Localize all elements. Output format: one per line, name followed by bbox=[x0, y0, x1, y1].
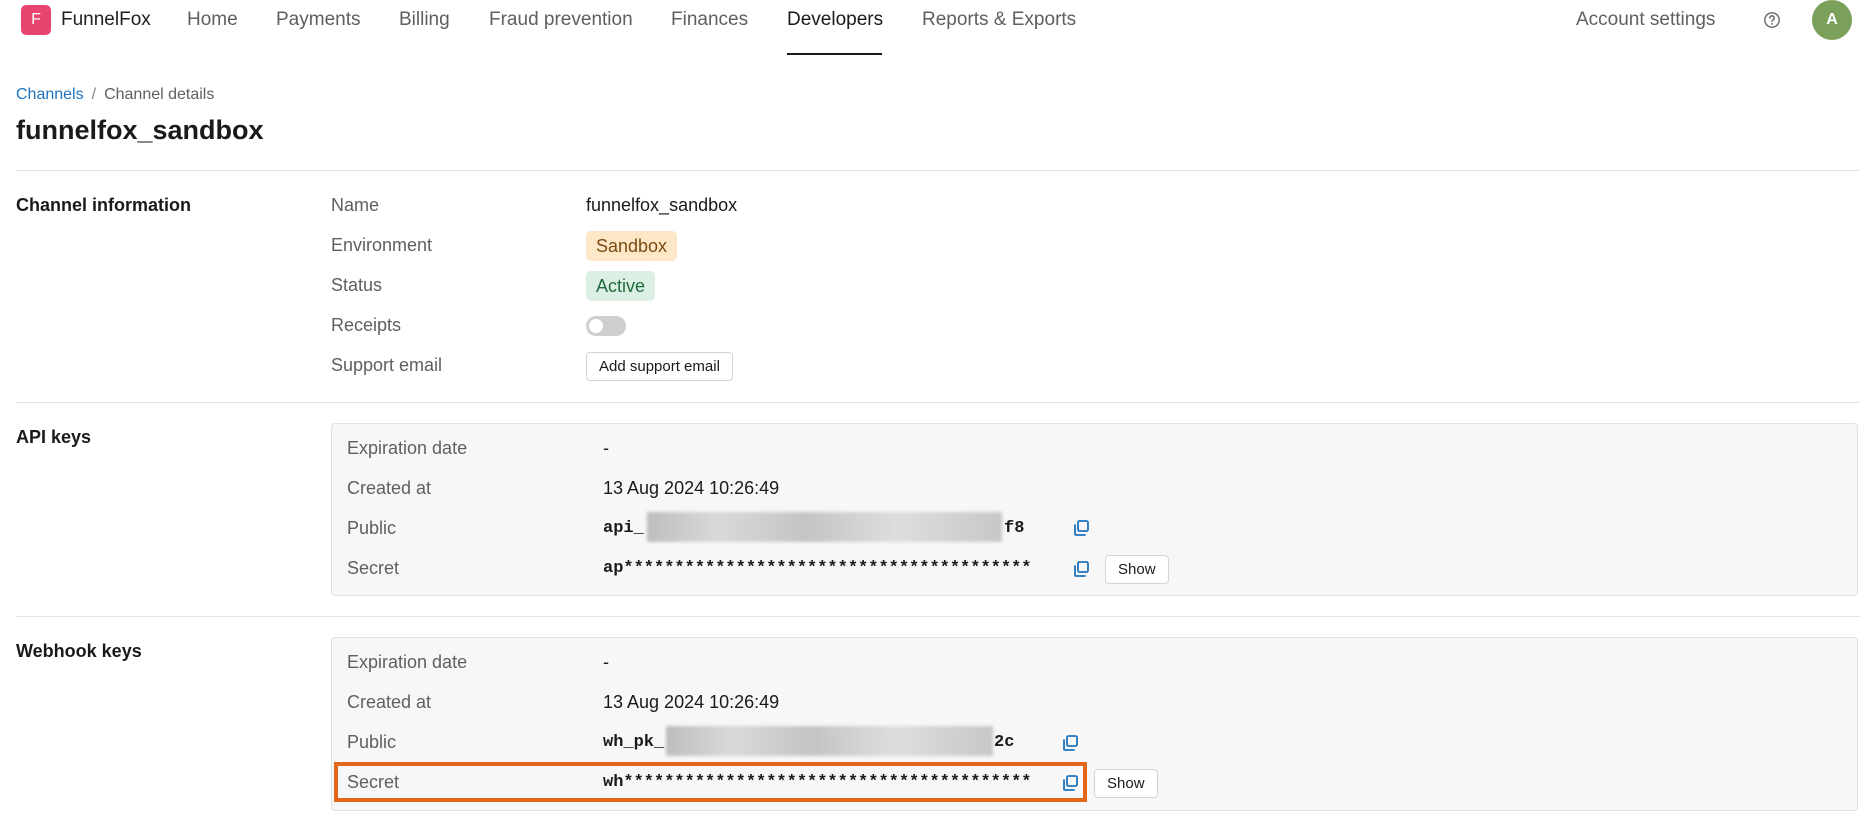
api-public-key-suffix: f8 bbox=[1004, 519, 1025, 538]
account-settings-link[interactable]: Account settings bbox=[1576, 9, 1715, 31]
nav-home[interactable]: Home bbox=[187, 9, 238, 31]
channel-information-heading: Channel information bbox=[16, 195, 191, 215]
api-keys-panel: Expiration date - Created at 13 Aug 2024… bbox=[331, 423, 1858, 596]
receipts-toggle[interactable] bbox=[586, 316, 626, 336]
user-avatar[interactable]: A bbox=[1812, 0, 1852, 40]
api-created-value: 13 Aug 2024 10:26:49 bbox=[603, 478, 780, 498]
webhook-created-label: Created at bbox=[347, 692, 432, 712]
add-support-email-button[interactable]: Add support email bbox=[586, 352, 733, 381]
api-secret-label: Secret bbox=[347, 558, 400, 578]
nav-reports-exports[interactable]: Reports & Exports bbox=[922, 9, 1076, 31]
nav-billing[interactable]: Billing bbox=[399, 9, 450, 31]
nav-fraud-prevention[interactable]: Fraud prevention bbox=[489, 9, 633, 31]
status-badge: Active bbox=[586, 271, 656, 301]
nav-finances[interactable]: Finances bbox=[671, 9, 748, 31]
environment-badge: Sandbox bbox=[586, 231, 678, 261]
breadcrumb-separator: / bbox=[91, 86, 97, 103]
api-public-label: Public bbox=[347, 518, 397, 538]
nav-payments[interactable]: Payments bbox=[276, 9, 360, 31]
api-expiration-value: - bbox=[603, 438, 609, 458]
api-expiration-label: Expiration date bbox=[347, 438, 468, 458]
avatar-initial: A bbox=[1826, 11, 1838, 28]
copy-icon[interactable] bbox=[1072, 560, 1090, 578]
toggle-knob bbox=[589, 319, 603, 333]
divider bbox=[16, 170, 1860, 171]
page-title: funnelfox_sandbox bbox=[16, 115, 264, 145]
webhook-public-label: Public bbox=[347, 732, 397, 752]
show-api-secret-button[interactable]: Show bbox=[1105, 555, 1169, 584]
api-public-key-prefix: api_ bbox=[603, 519, 644, 538]
webhook-expiration-label: Expiration date bbox=[347, 652, 468, 672]
breadcrumb-channels-link[interactable]: Channels bbox=[16, 86, 84, 103]
logo-letter: F bbox=[31, 11, 41, 28]
api-secret-value: ap**************************************… bbox=[603, 559, 1032, 578]
redacted-key-blur bbox=[666, 726, 993, 756]
divider bbox=[16, 616, 1860, 617]
webhook-public-key-prefix: wh_pk_ bbox=[603, 733, 665, 752]
webhook-keys-heading: Webhook keys bbox=[16, 641, 142, 661]
copy-icon[interactable] bbox=[1072, 519, 1090, 537]
highlight-outline bbox=[334, 762, 1087, 802]
show-webhook-secret-button[interactable]: Show bbox=[1094, 769, 1158, 798]
app-name[interactable]: FunnelFox bbox=[61, 9, 151, 31]
name-label: Name bbox=[331, 195, 380, 215]
api-keys-heading: API keys bbox=[16, 427, 92, 447]
help-circle-icon[interactable] bbox=[1763, 11, 1781, 29]
copy-icon[interactable] bbox=[1061, 734, 1079, 752]
receipts-label: Receipts bbox=[331, 315, 402, 335]
nav-developers[interactable]: Developers bbox=[787, 9, 883, 31]
funnelfox-logo[interactable]: F bbox=[21, 5, 51, 35]
webhook-created-value: 13 Aug 2024 10:26:49 bbox=[603, 692, 780, 712]
top-navigation: F FunnelFox Home Payments Billing Fraud … bbox=[0, 0, 1860, 56]
breadcrumb-current: Channel details bbox=[104, 86, 215, 103]
divider bbox=[16, 402, 1860, 403]
api-created-label: Created at bbox=[347, 478, 432, 498]
redacted-key-blur bbox=[647, 512, 1002, 542]
webhook-public-key-suffix: 2c bbox=[994, 733, 1015, 752]
name-value: funnelfox_sandbox bbox=[586, 195, 738, 215]
active-tab-indicator bbox=[787, 53, 882, 55]
status-label: Status bbox=[331, 275, 383, 295]
support-email-label: Support email bbox=[331, 355, 443, 375]
webhook-expiration-value: - bbox=[603, 652, 609, 672]
environment-label: Environment bbox=[331, 235, 433, 255]
breadcrumb: Channels / Channel details bbox=[16, 86, 214, 104]
